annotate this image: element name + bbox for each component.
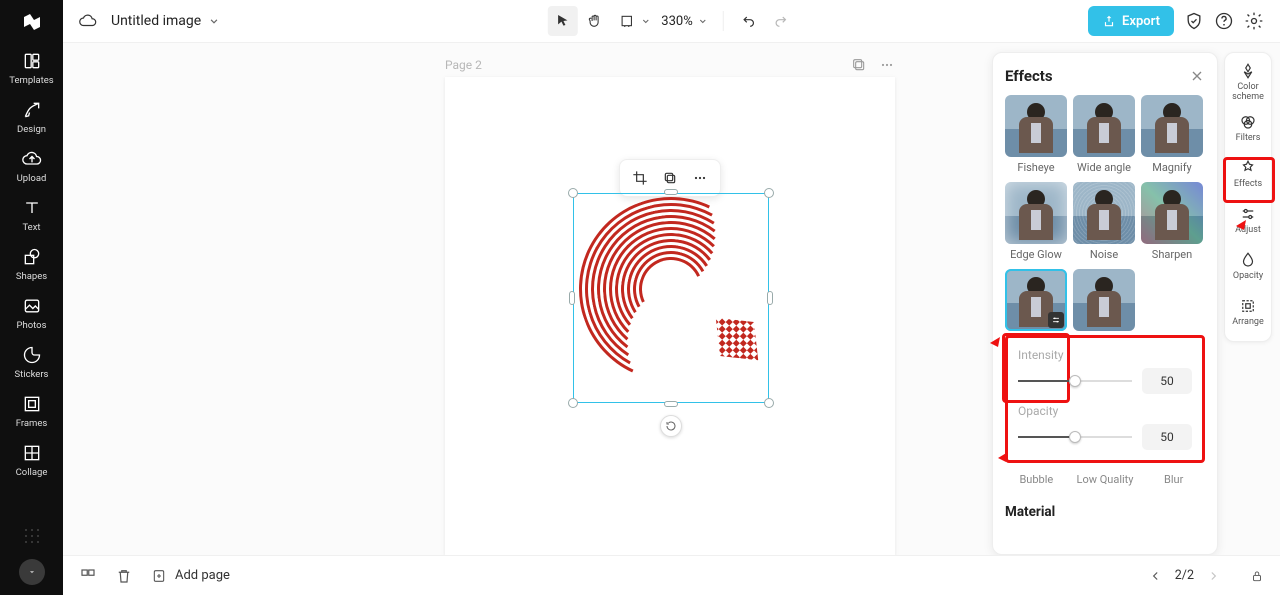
sidebar-label: Upload (17, 173, 47, 184)
cloud-sync-icon[interactable] (79, 12, 97, 30)
duplicate-page-icon[interactable] (851, 57, 867, 73)
sidebar-label: Design (17, 124, 46, 135)
page-label: Page 2 (445, 58, 482, 72)
effect-bubble[interactable] (1005, 269, 1067, 331)
adjust-icon[interactable] (1048, 312, 1064, 328)
hand-tool[interactable] (579, 6, 609, 36)
more-button[interactable] (686, 164, 714, 192)
sidebar-label: Stickers (15, 369, 49, 380)
cursor-tool[interactable] (547, 6, 577, 36)
left-sidebar: Templates Design Upload Text Shapes Phot… (0, 0, 63, 595)
pages-grid-icon[interactable] (79, 567, 97, 585)
page-indicator: 2/2 (1175, 568, 1194, 583)
resize-handle-e[interactable] (767, 291, 773, 305)
prev-page-icon[interactable] (1149, 569, 1163, 583)
rail-arrange[interactable]: Arrange (1225, 289, 1271, 335)
effect-low-quality[interactable] (1073, 269, 1135, 331)
help-icon[interactable] (1214, 11, 1234, 31)
zoom-level[interactable]: 330% (661, 14, 708, 29)
effect-wide-angle[interactable] (1073, 95, 1135, 157)
sidebar-label: Frames (16, 418, 48, 429)
rail-effects[interactable]: Effects (1225, 151, 1271, 197)
opacity-value[interactable]: 50 (1142, 424, 1192, 450)
rail-opacity[interactable]: Opacity (1225, 243, 1271, 289)
sidebar-label: Shapes (16, 271, 47, 282)
export-button[interactable]: Export (1088, 6, 1174, 36)
qr-icon[interactable] (23, 527, 41, 545)
effect-edge-glow[interactable] (1005, 182, 1067, 244)
sidebar-item-stickers[interactable]: Stickers (0, 337, 63, 386)
shield-icon[interactable] (1184, 11, 1204, 31)
effect-sharpen[interactable] (1141, 182, 1203, 244)
opacity-slider[interactable] (1018, 430, 1132, 444)
effect-noise[interactable] (1073, 182, 1135, 244)
copy-button[interactable] (656, 164, 684, 192)
resize-handle-w[interactable] (569, 291, 575, 305)
effect-sliders: Intensity 50 Opacity 50 (1005, 335, 1205, 463)
sidebar-item-frames[interactable]: Frames (0, 386, 63, 435)
settings-icon[interactable] (1244, 11, 1264, 31)
rotate-handle[interactable] (660, 415, 682, 437)
resize-handle-ne[interactable] (764, 188, 774, 198)
sidebar-item-templates[interactable]: Templates (0, 43, 63, 92)
sidebar-item-photos[interactable]: Photos (0, 288, 63, 337)
resize-tool[interactable] (611, 6, 641, 36)
resize-handle-n[interactable] (664, 189, 678, 195)
rail-adjust[interactable]: Adjust (1225, 197, 1271, 243)
material-section-title: Material (1005, 504, 1205, 520)
sidebar-label: Collage (16, 467, 48, 478)
trash-icon[interactable] (115, 567, 133, 585)
intensity-value[interactable]: 50 (1142, 368, 1192, 394)
properties-rail: Color scheme Filters Effects Adjust Opac… (1224, 52, 1272, 342)
account-avatar[interactable] (19, 559, 45, 585)
crop-button[interactable] (626, 164, 654, 192)
resize-handle-se[interactable] (764, 398, 774, 408)
redo-button[interactable] (766, 6, 796, 36)
selected-object[interactable] (573, 193, 769, 403)
intensity-label: Intensity (1018, 348, 1192, 362)
rail-filters[interactable]: Filters (1225, 105, 1271, 151)
chevron-down-icon[interactable] (639, 14, 651, 28)
effect-magnify[interactable] (1141, 95, 1203, 157)
resize-handle-sw[interactable] (568, 398, 578, 408)
close-icon[interactable] (1189, 68, 1205, 84)
sidebar-item-text[interactable]: Text (0, 190, 63, 239)
swirl-shape (579, 197, 763, 397)
sidebar-label: Templates (9, 75, 53, 86)
effects-panel: Effects Fisheye Wide angle Magnify Edge … (992, 52, 1218, 555)
more-icon[interactable] (879, 57, 895, 73)
sidebar-item-design[interactable]: Design (0, 92, 63, 141)
sidebar-label: Photos (17, 320, 47, 331)
effects-title: Effects (1005, 67, 1053, 85)
effect-fisheye[interactable] (1005, 95, 1067, 157)
sidebar-item-shapes[interactable]: Shapes (0, 239, 63, 288)
resize-handle-s[interactable] (664, 401, 678, 407)
resize-handle-nw[interactable] (568, 188, 578, 198)
opacity-label: Opacity (1018, 404, 1192, 418)
undo-button[interactable] (734, 6, 764, 36)
sidebar-item-upload[interactable]: Upload (0, 141, 63, 190)
sidebar-label: Text (22, 222, 40, 233)
topbar: Untitled image 330% Export (63, 0, 1280, 43)
intensity-slider[interactable] (1018, 374, 1132, 388)
lock-icon[interactable] (1250, 569, 1264, 583)
sidebar-item-collage[interactable]: Collage (0, 435, 63, 484)
add-page-button[interactable]: Add page (151, 568, 230, 584)
document-title[interactable]: Untitled image (111, 13, 201, 29)
chevron-down-icon[interactable] (207, 14, 221, 28)
app-logo[interactable] (0, 0, 63, 43)
bottom-bar: Add page 2/2 (63, 555, 1280, 595)
next-page-icon[interactable] (1206, 569, 1220, 583)
rail-color-scheme[interactable]: Color scheme (1225, 59, 1271, 105)
